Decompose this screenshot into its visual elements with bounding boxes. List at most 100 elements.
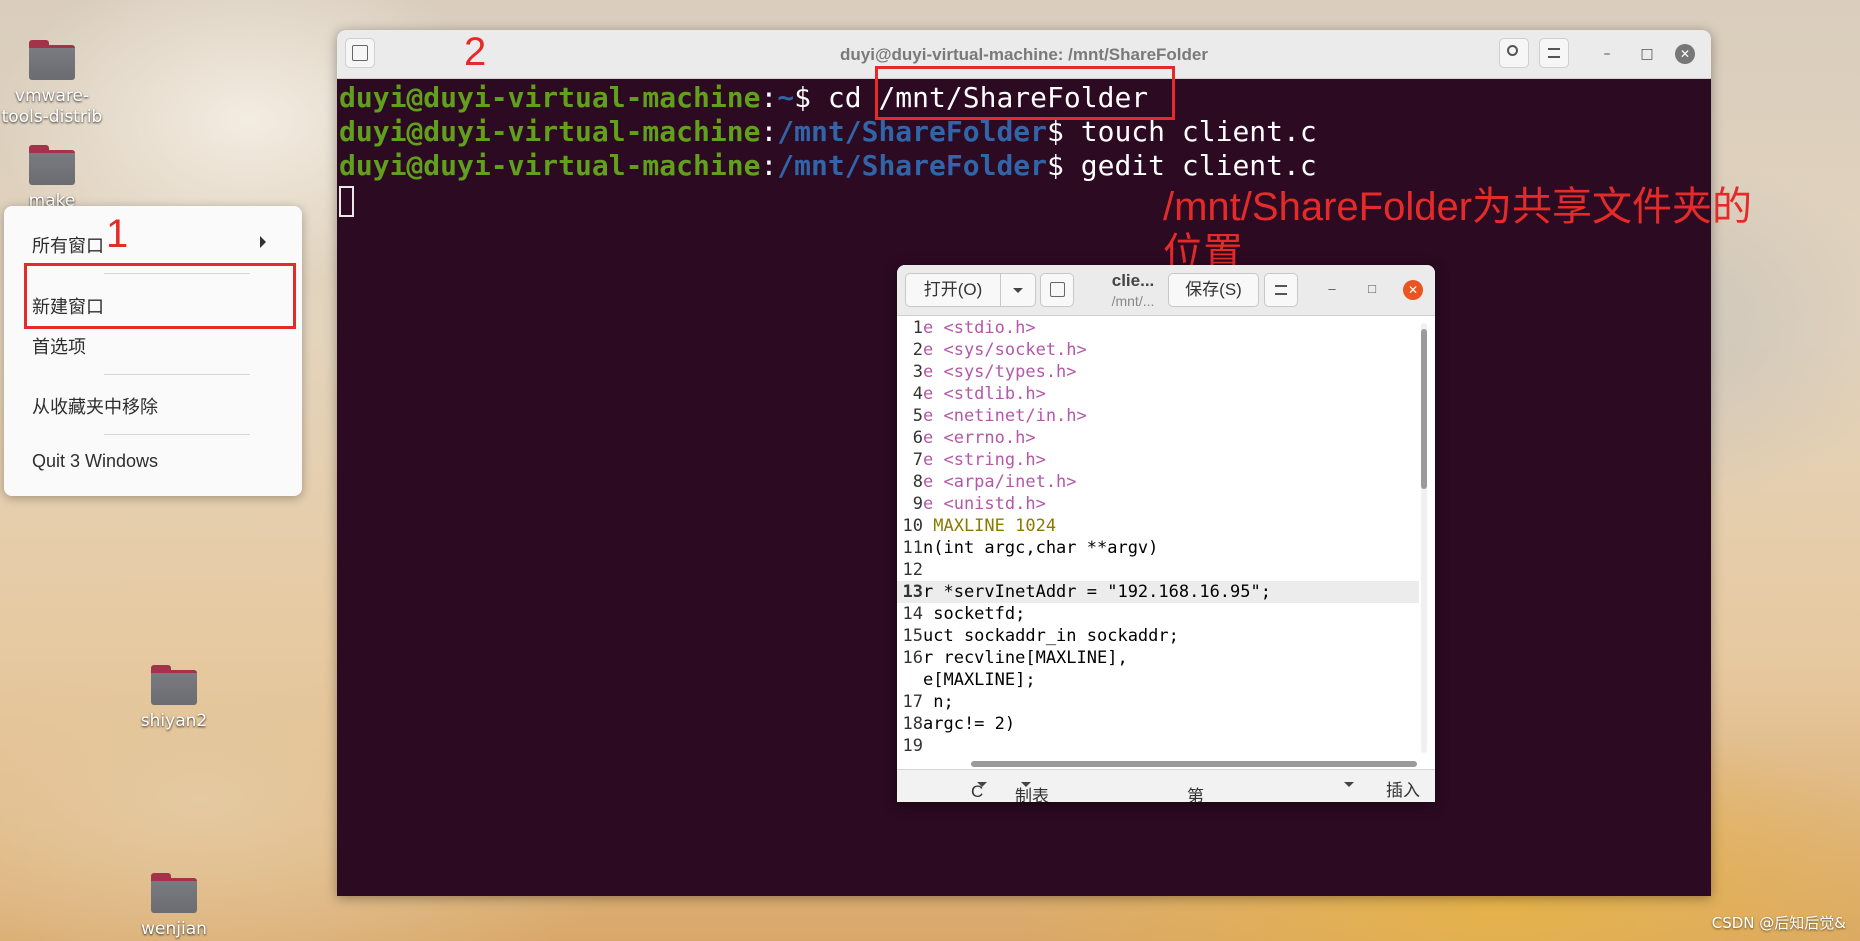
maximize-button[interactable]: □ [1363,280,1381,298]
terminal-line: duyi@duyi-virtual-machine:/mnt/ShareFold… [339,149,1317,182]
watermark: CSDN @后知后觉& [1711,914,1846,932]
open-button[interactable]: 打开(O) [905,273,1001,307]
menu-item-quit-windows[interactable]: Quit 3 Windows [32,451,158,472]
code-text: e <arpa/inet.h> [923,472,1077,492]
chevron-down-icon [1013,288,1023,294]
search-button[interactable] [1499,38,1529,68]
code-line: 12 [897,559,1419,581]
maximize-button[interactable]: □ [1637,44,1657,64]
code-line: 18argc!= 2) [897,713,1419,735]
insert-mode[interactable]: 插入 [1386,776,1420,801]
line-number: 6 [912,428,923,448]
menu-item-label: 首选项 [32,337,86,358]
line-number: 12 [902,560,923,580]
menu-item-label: Quit 3 Windows [32,451,159,471]
menu-item-preferences[interactable]: 首选项 [32,333,86,359]
line-number: 10 [902,516,923,536]
open-dropdown-button[interactable] [1000,273,1036,307]
search-icon [1507,45,1518,56]
code-text: MAXLINE 1024 [923,516,1057,536]
desktop-icon-label: shiyan2 [140,711,208,731]
dock-context-menu: 所有窗口 新建窗口 首选项 从收藏夹中移除 Quit 3 Windows [4,206,302,496]
close-button[interactable]: ✕ [1675,44,1695,64]
code-line: 11n(int argc,char **argv) [897,537,1419,559]
save-button-label: 保存(S) [1185,280,1242,299]
desktop-icon-shiyan2[interactable]: shiyan2 [114,665,234,732]
code-text: e <stdlib.h> [923,384,1046,404]
horizontal-scrollbar[interactable] [971,761,1417,767]
code-editor[interactable]: 1e <stdio.h> 2e <sys/socket.h> 3e <sys/t… [897,317,1419,755]
close-button[interactable]: ✕ [1403,280,1423,300]
code-line: 1e <stdio.h> [897,317,1419,339]
line-number: 9 [912,494,923,514]
line-number: 17 [902,692,923,712]
open-button-label: 打开(O) [923,280,983,299]
code-line: 4e <stdlib.h> [897,383,1419,405]
code-line: 16r recvline[MAXLINE], [897,647,1419,669]
menu-separator [104,434,250,435]
code-text: e <sys/types.h> [923,362,1077,382]
menu-separator [104,374,250,375]
code-text: e <string.h> [923,450,1046,470]
line-number: 11 [902,538,923,558]
line-number: 13 [902,582,923,602]
code-text: e <unistd.h> [923,494,1046,514]
desktop-icon-label: vmware-tools-distrib [1,86,103,127]
vertical-scrollbar[interactable] [1421,323,1427,753]
code-text: r *servInetAddr = "192.168.16.95"; [923,582,1271,602]
line-number: 3 [912,362,923,382]
menu-item-label: 所有窗口 [32,236,104,257]
menu-button[interactable] [1539,38,1569,68]
code-line: e[MAXLINE]; [897,669,1419,691]
line-number: 16 [902,648,923,668]
code-line: 2e <sys/socket.h> [897,339,1419,361]
minimize-button[interactable]: – [1323,280,1341,298]
submenu-arrow-icon [260,236,266,248]
code-text: socketfd; [923,604,1026,624]
new-tab-icon [1050,282,1065,297]
code-line: 5e <netinet/in.h> [897,405,1419,427]
code-line: 9e <unistd.h> [897,493,1419,515]
save-button[interactable]: 保存(S) [1168,273,1259,307]
line-number: 1 [912,318,923,338]
gedit-window[interactable]: 打开(O) clie... /mnt/... 保存(S) – □ ✕ 1e <s… [897,265,1435,802]
code-line: 3e <sys/types.h> [897,361,1419,383]
desktop-icon-vmware-tools[interactable]: vmware-tools-distrib [0,40,112,128]
code-line: 14 socketfd; [897,603,1419,625]
desktop-icon-label: wenjian [141,919,207,939]
line-number: 4 [912,384,923,404]
step-number-1: 1 [106,212,129,256]
line-number: 2 [912,340,923,360]
code-text: n(int argc,char **argv) [923,538,1159,558]
code-line-current: 13r *servInetAddr = "192.168.16.95"; [897,581,1419,603]
menu-item-remove-favorite[interactable]: 从收藏夹中移除 [32,393,158,419]
code-text: uct sockaddr_in sockaddr; [923,626,1179,646]
line-number: 8 [912,472,923,492]
desktop-icon-make[interactable]: make [0,145,112,212]
line-number: 5 [912,406,923,426]
code-line: 6e <errno.h> [897,427,1419,449]
code-text: argc!= 2) [923,714,1016,734]
terminal-cursor [339,185,354,217]
folder-icon [151,873,197,913]
code-line: 7e <string.h> [897,449,1419,471]
step-number-2: 2 [464,30,487,74]
code-text: e <netinet/in.h> [923,406,1087,426]
gedit-statusbar: C 制表符宽度：8 第 13 行，第 40 列 插入 [897,769,1435,802]
desktop-icon-wenjian[interactable]: wenjian [114,873,234,940]
chevron-down-icon [1344,782,1354,787]
new-tab-button[interactable] [1040,273,1074,307]
hamburger-icon [1548,48,1560,58]
gedit-headerbar: 打开(O) clie... /mnt/... 保存(S) – □ ✕ [897,265,1435,316]
code-text: r recvline[MAXLINE], [923,648,1128,668]
code-line: 17 n; [897,691,1419,713]
line-number: 19 [902,736,923,755]
scrollbar-thumb[interactable] [1421,329,1427,489]
minimize-button[interactable]: – [1597,44,1617,64]
code-text: e[MAXLINE]; [923,670,1036,690]
chevron-down-icon [1021,782,1031,787]
highlight-box-new-window [24,263,296,329]
menu-button[interactable] [1264,273,1298,307]
line-number: 14 [902,604,923,624]
menu-item-all-windows[interactable]: 所有窗口 [32,232,282,258]
